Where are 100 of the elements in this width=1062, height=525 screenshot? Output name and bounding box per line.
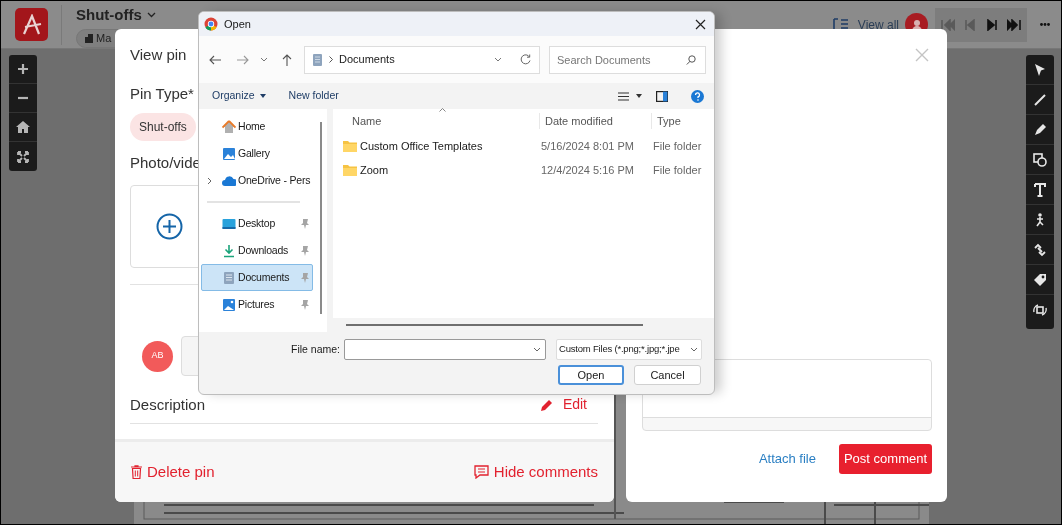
list-button[interactable]: [832, 17, 849, 32]
nav-item[interactable]: Desktop: [201, 210, 313, 237]
file-row[interactable]: Zoom 12/4/2024 5:16 PM File folder: [343, 158, 714, 182]
text-icon: [1034, 182, 1046, 197]
search-field[interactable]: Search Documents: [549, 45, 706, 74]
file-type: File folder: [652, 138, 703, 154]
file-date: 12/4/2024 5:16 PM: [540, 162, 635, 178]
home-icon: [16, 121, 30, 133]
column-header[interactable]: Date modified: [540, 112, 652, 130]
delete-pin-button[interactable]: Delete pin: [131, 460, 215, 484]
home-icon: [222, 119, 236, 134]
trash-icon: [131, 465, 142, 479]
refresh-icon: [520, 54, 531, 65]
file-date: 5/16/2024 8:01 PM: [540, 138, 635, 154]
sort-caret-icon: [439, 108, 446, 112]
gallery-icon: [222, 146, 236, 161]
nav-item[interactable]: Pictures: [201, 291, 313, 318]
edit-button[interactable]: Edit: [540, 394, 587, 415]
hide-comments-button[interactable]: Hide comments: [473, 460, 598, 484]
pin-icon: [301, 218, 309, 229]
column-header[interactable]: Name: [347, 112, 540, 130]
pen-icon: [1033, 122, 1047, 137]
next-icon: [985, 18, 999, 31]
photo-label: Photo/vide: [130, 153, 201, 173]
download-icon: [222, 243, 236, 258]
help-icon: [691, 89, 704, 103]
modal-title: View pin: [130, 45, 187, 65]
app-logo[interactable]: [15, 8, 48, 41]
arrow-right-icon: [237, 54, 249, 65]
last-icon: [1007, 18, 1021, 31]
comment-input[interactable]: [181, 336, 201, 376]
description-label: Description: [130, 394, 206, 415]
recent-button[interactable]: [260, 57, 268, 62]
chevron-icon: [146, 12, 156, 19]
pin-type-chip[interactable]: Shut-offs: [130, 113, 196, 141]
chevron-icon: [533, 347, 541, 352]
comment-icon: [473, 465, 489, 479]
list-icon: [832, 17, 849, 32]
rotate-icon: [1033, 303, 1047, 317]
file-name-label: File name:: [290, 341, 340, 357]
search-icon: [686, 54, 696, 65]
logo-icon: [20, 13, 43, 36]
chevron-icon: [260, 57, 268, 62]
link-icon: [1033, 242, 1047, 257]
arrow-up-icon: [282, 53, 292, 66]
cancel-button[interactable]: Cancel: [634, 365, 701, 385]
document-icon: [313, 53, 322, 66]
file-type-dropdown[interactable]: Custom Files (*.png;*.jpg;*.jpe: [556, 339, 702, 360]
column-header[interactable]: Type: [652, 112, 712, 130]
close-icon: [915, 48, 929, 62]
preview-pane-button[interactable]: [656, 90, 668, 102]
more-icon: [1040, 23, 1050, 26]
post-comment-button[interactable]: Post comment: [839, 444, 932, 474]
new-folder-button[interactable]: New folder: [288, 88, 339, 104]
pin-icon: [301, 272, 309, 283]
nav-item[interactable]: Home: [201, 113, 313, 140]
close-icon: [695, 18, 706, 30]
person-icon: [1034, 212, 1046, 227]
plan-title: Shut-offs: [76, 5, 142, 25]
line-icon: [1033, 92, 1047, 107]
dialog-title: Open: [224, 16, 251, 32]
up-button[interactable]: [282, 53, 292, 66]
address-bar[interactable]: Documents: [304, 45, 540, 74]
pane-icon: [656, 90, 668, 102]
organize-button[interactable]: Organize: [212, 88, 266, 104]
desktop-icon: [222, 216, 236, 231]
nav-item[interactable]: OneDrive - Pers: [201, 167, 313, 194]
breadcrumb-chevron-icon: [329, 56, 333, 63]
nav-item[interactable]: Gallery: [201, 140, 313, 167]
dropdown-icon: [259, 94, 266, 98]
pin-icon: [301, 245, 309, 256]
open-button[interactable]: Open: [558, 365, 624, 385]
view-options-button[interactable]: [618, 91, 642, 101]
list-view-icon: [618, 91, 629, 101]
add-icon: [156, 213, 183, 240]
attach-file-link[interactable]: Attach file: [758, 449, 816, 469]
shapes-icon: [1033, 152, 1047, 167]
pin-type-label: Pin Type*: [130, 84, 194, 104]
help-button[interactable]: [691, 89, 704, 103]
cloud-icon: [222, 173, 236, 188]
arrow-left-icon: [209, 54, 221, 65]
dropdown-icon: [636, 94, 642, 98]
document-icon: [222, 270, 236, 285]
file-name-field[interactable]: [344, 339, 546, 360]
forward-button[interactable]: [237, 54, 249, 65]
pin-icon: [301, 299, 309, 310]
back-button[interactable]: [209, 54, 221, 65]
folder-icon: [343, 140, 357, 152]
close-button[interactable]: [695, 18, 706, 30]
chevron-icon: [690, 347, 698, 352]
commenter-avatar: AB: [142, 340, 173, 372]
nav-item[interactable]: Documents: [201, 264, 313, 291]
nav-item[interactable]: Downloads: [201, 237, 313, 264]
address-path: Documents: [339, 52, 395, 68]
file-row[interactable]: Custom Office Templates 5/16/2024 8:01 PM File folder: [343, 134, 714, 158]
first-icon: [941, 18, 955, 31]
file-type: File folder: [652, 162, 703, 178]
picture-icon: [222, 297, 236, 312]
previous-icon: [963, 18, 977, 31]
pencil-icon: [540, 398, 553, 411]
